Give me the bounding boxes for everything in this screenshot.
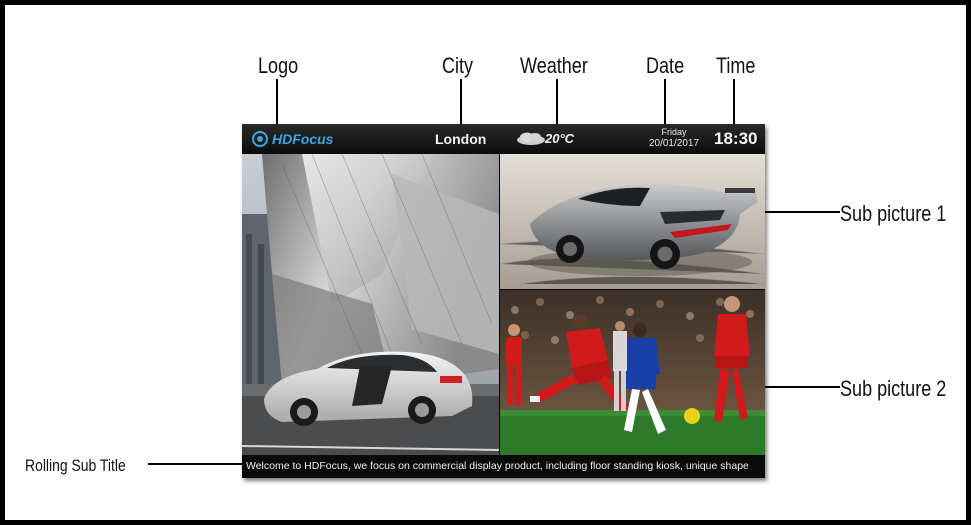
sub-picture-1 bbox=[500, 154, 765, 289]
sub-picture-2-image bbox=[500, 290, 765, 455]
diagram-frame: Logo City Weather Date Time Sub picture … bbox=[0, 0, 971, 525]
leader-line-logo bbox=[276, 79, 278, 128]
label-time: Time bbox=[716, 53, 756, 78]
label-sub-picture-2: Sub picture 2 bbox=[840, 376, 947, 401]
label-rolling-sub-title: Rolling Sub Title bbox=[25, 456, 126, 475]
city-name: London bbox=[435, 131, 487, 147]
sub-picture-2 bbox=[500, 290, 765, 455]
main-picture bbox=[242, 154, 499, 455]
main-picture-image bbox=[242, 154, 499, 455]
logo-text: HDFocus bbox=[272, 131, 334, 147]
signage-screen: HDFocus London 20°C Friday 20/01/2017 18… bbox=[242, 124, 765, 478]
hdfocus-logo-icon bbox=[252, 131, 268, 147]
date-value: 20/01/2017 bbox=[648, 138, 700, 149]
cloud-icon bbox=[517, 132, 545, 145]
leader-line-time bbox=[733, 79, 735, 128]
leader-line-sub-picture-1 bbox=[760, 211, 840, 213]
sub-picture-1-image bbox=[500, 154, 765, 289]
leader-line-city bbox=[460, 79, 462, 128]
label-date: Date bbox=[646, 53, 685, 78]
label-weather: Weather bbox=[520, 53, 588, 78]
label-sub-picture-1: Sub picture 1 bbox=[840, 201, 947, 226]
leader-line-sub-picture-2 bbox=[760, 386, 840, 388]
leader-line-date bbox=[664, 79, 666, 128]
leader-line-rolling-sub-title bbox=[148, 463, 247, 465]
label-city: City bbox=[442, 53, 474, 78]
rolling-sub-title-ticker: Welcome to HDFocus, we focus on commerci… bbox=[242, 455, 765, 478]
football bbox=[684, 408, 700, 424]
clock-time: 18:30 bbox=[714, 129, 758, 148]
leader-line-weather bbox=[556, 79, 558, 128]
info-bar: HDFocus London 20°C Friday 20/01/2017 18… bbox=[242, 124, 765, 154]
label-logo: Logo bbox=[258, 53, 299, 78]
temperature: 20°C bbox=[545, 131, 575, 146]
brand-logo: HDFocus bbox=[252, 129, 333, 149]
date-day: Friday bbox=[661, 127, 687, 137]
